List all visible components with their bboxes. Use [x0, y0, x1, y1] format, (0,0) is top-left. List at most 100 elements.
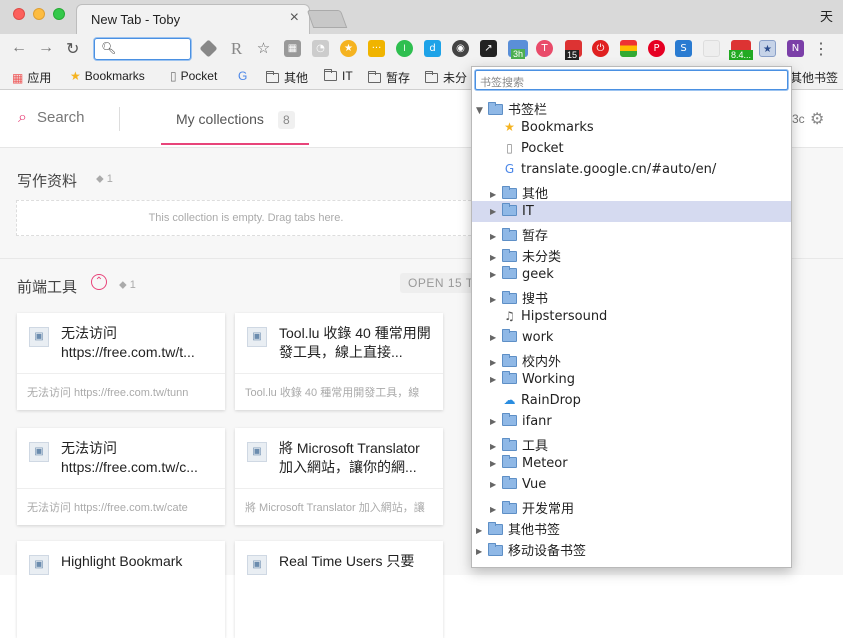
expand-right-icon[interactable]: ▶: [490, 417, 500, 426]
bookmark-item-row[interactable]: ★ Bookmarks: [472, 117, 791, 138]
input-method-indicator[interactable]: 天: [820, 6, 833, 25]
expand-right-icon[interactable]: ▶: [490, 358, 500, 367]
readability-extension-icon[interactable]: R: [228, 40, 245, 57]
bookmark-folder-row[interactable]: ▶ IT: [472, 201, 791, 222]
shield-extension-icon[interactable]: [703, 40, 720, 57]
bookmark-folder-row[interactable]: ▼ 书签栏: [472, 96, 791, 118]
bookmark-folder-row[interactable]: ▶ Vue: [472, 474, 791, 495]
expand-right-icon[interactable]: ▶: [490, 505, 500, 514]
bookmark-folder-row[interactable]: ▶ Meteor: [472, 453, 791, 474]
expand-right-icon[interactable]: ▶: [490, 442, 500, 451]
expand-right-icon[interactable]: ▶: [490, 270, 500, 279]
power-extension-icon[interactable]: ⏻: [592, 40, 609, 57]
bookmark-folder-row[interactable]: ▶ 开发常用: [472, 495, 791, 517]
bookmark-item-row[interactable]: ♫ Hipstersound: [472, 306, 791, 327]
onenote-icon[interactable]: N: [787, 40, 804, 57]
collection-title[interactable]: 写作资料: [17, 170, 77, 191]
bookmark-bookmarks[interactable]: ★ Bookmarks: [70, 69, 145, 83]
expand-right-icon[interactable]: ▶: [476, 547, 486, 556]
bookmark-folder-row[interactable]: ▶ ifanr: [472, 411, 791, 432]
bookmark-folder-row[interactable]: ▶ 移动设备书签: [472, 537, 791, 559]
bookmark-item-row[interactable]: ☁ RainDrop: [472, 390, 791, 411]
folder-icon: [502, 266, 517, 279]
expand-right-icon[interactable]: ▶: [490, 190, 500, 199]
expand-down-icon[interactable]: ▼: [476, 106, 486, 116]
arrow-extension-icon[interactable]: ↗: [480, 40, 497, 57]
dots-extension-icon[interactable]: ···: [368, 40, 385, 57]
layers-extension-icon[interactable]: [199, 39, 218, 58]
bookmark-search-input[interactable]: 书签搜索: [475, 70, 788, 90]
minimize-window-button[interactable]: [33, 8, 45, 20]
expand-right-icon[interactable]: ▶: [490, 480, 500, 489]
expand-right-icon[interactable]: ▶: [490, 232, 500, 241]
bookmark-label: 移动设备书签: [508, 544, 587, 559]
bookmarks-popup-button[interactable]: ★: [759, 40, 776, 57]
back-arrow-icon[interactable]: ←: [11, 39, 27, 57]
bookmark-folder-weifen[interactable]: 未分: [425, 69, 467, 86]
t-extension-icon[interactable]: T: [536, 40, 553, 57]
qr-code-icon[interactable]: ▦: [284, 40, 301, 57]
collection-empty-dropzone[interactable]: This collection is empty. Drag tabs here…: [16, 200, 476, 236]
toby-search[interactable]: ⌕ Search: [18, 109, 85, 127]
bookmark-item-row[interactable]: ▯ Pocket: [472, 138, 791, 159]
new-tab-button[interactable]: [306, 10, 348, 28]
color-extension-icon[interactable]: [620, 40, 637, 57]
expand-right-icon[interactable]: ▶: [490, 375, 500, 384]
bookmark-folder-it[interactable]: IT: [324, 69, 353, 83]
bookmark-folder-row[interactable]: ▶ 搜书: [472, 285, 791, 307]
tab-card[interactable]: ▣ Highlight Bookmark: [17, 541, 225, 638]
expand-right-icon[interactable]: ▶: [490, 207, 500, 216]
favorite-extension-icon[interactable]: ★: [340, 40, 357, 57]
green-extension-icon[interactable]: ⏽: [396, 40, 413, 57]
expand-right-icon[interactable]: ▶: [490, 459, 500, 468]
bookmark-folder-row[interactable]: ▶ 其他: [472, 180, 791, 202]
other-bookmarks[interactable]: 其他书签: [790, 69, 838, 86]
bookmark-folder-row[interactable]: ▶ Working: [472, 369, 791, 390]
evernote-icon[interactable]: ◉: [452, 40, 469, 57]
tab-close-icon[interactable]: ×: [290, 9, 299, 27]
tab-card[interactable]: ▣ 无法访问 https://free.com.tw/c... 无法访问 htt…: [17, 428, 225, 525]
tab-card[interactable]: ▣ 將 Microsoft Translator 加入網站，讓你的網... 將 …: [235, 428, 443, 525]
expand-right-icon[interactable]: ▶: [490, 295, 500, 304]
s-extension-icon[interactable]: S: [675, 40, 692, 57]
collection-title[interactable]: 前端工具: [17, 276, 77, 297]
card-title: 无法访问 https://free.com.tw/t...: [61, 325, 195, 360]
bookmark-folder-row[interactable]: ▶ 其他书签: [472, 516, 791, 538]
bookmark-translate[interactable]: G: [238, 69, 251, 83]
expand-right-icon[interactable]: ▶: [490, 253, 500, 262]
expand-right-icon[interactable]: ▶: [490, 333, 500, 342]
extension-badge-speed: 8.4...: [729, 50, 754, 60]
bookmark-folder-row[interactable]: ▶ 校内外: [472, 348, 791, 370]
close-window-button[interactable]: [13, 8, 25, 20]
bookmark-item-row[interactable]: Gtranslate.google.cn/#auto/en/: [472, 159, 791, 180]
forward-arrow-icon[interactable]: →: [38, 39, 54, 57]
apps-shortcut[interactable]: ▦ 应用: [12, 69, 51, 86]
open-tabs-button[interactable]: OPEN 15 T: [400, 273, 482, 293]
bookmark-folder-zancun[interactable]: 暂存: [368, 69, 410, 86]
bookmark-label: Vue: [522, 477, 547, 492]
gear-icon[interactable]: ⚙: [810, 109, 824, 129]
bookmark-folder-row[interactable]: ▶ 暂存: [472, 222, 791, 244]
tab-new-tab-toby[interactable]: New Tab - Toby ×: [76, 4, 310, 34]
tab-card[interactable]: ▣ Real Time Users 只要: [235, 541, 443, 638]
bookmark-folder-row[interactable]: ▶ work: [472, 327, 791, 348]
rss-icon[interactable]: ◔: [312, 40, 329, 57]
bookmark-folder-qita[interactable]: 其他: [266, 69, 308, 86]
expand-right-icon[interactable]: ▶: [476, 526, 486, 535]
chrome-menu-icon[interactable]: ⋮: [813, 39, 829, 59]
bookmark-folder-row[interactable]: ▶ 未分类: [472, 243, 791, 265]
maximize-window-button[interactable]: [53, 8, 65, 20]
bookmark-folder-row[interactable]: ▶ 工具: [472, 432, 791, 454]
pinterest-icon[interactable]: P: [648, 40, 665, 57]
bookmark-folder-row[interactable]: ▶ geek: [472, 264, 791, 285]
address-bar[interactable]: 🔍︎: [94, 38, 191, 60]
bookmark-star-icon[interactable]: ☆: [255, 40, 272, 57]
reload-icon[interactable]: ↻: [66, 39, 79, 59]
d-extension-icon[interactable]: d: [424, 40, 441, 57]
folder-icon: [502, 455, 517, 468]
bookmark-pocket[interactable]: ▯ Pocket: [170, 69, 217, 83]
tab-card[interactable]: ▣ 无法访问 https://free.com.tw/t... 无法访问 htt…: [17, 313, 225, 410]
tab-my-collections[interactable]: My collections: [176, 111, 264, 127]
tab-card[interactable]: ▣ Tool.lu 收錄 40 種常用開發工具，線上直接... Tool.lu …: [235, 313, 443, 410]
collapse-chevron-icon[interactable]: ⌃: [91, 274, 107, 290]
